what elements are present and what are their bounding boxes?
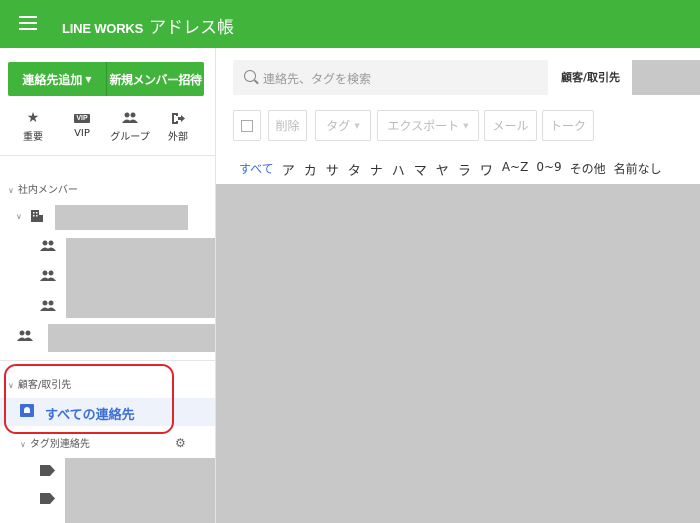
index-ya[interactable]: ヤ xyxy=(436,160,449,179)
group-icon xyxy=(40,270,56,282)
company-filter-label: 顧客/取引先 xyxy=(561,71,621,84)
quick-link-group[interactable]: グループ xyxy=(105,110,155,143)
select-all-checkbox[interactable] xyxy=(241,120,253,132)
mail-button[interactable]: メール xyxy=(484,110,537,141)
section-label: 社内メンバー xyxy=(17,185,78,196)
index-sa[interactable]: サ xyxy=(326,160,339,179)
tag-button[interactable]: タグ ▼ xyxy=(315,110,371,141)
index-no-name[interactable]: 名前なし xyxy=(614,160,662,179)
index-bar: すべて ア カ サ タ ナ ハ マ ヤ ラ ワ A~Z 0~9 その他 名前なし xyxy=(239,160,670,179)
menu-icon[interactable] xyxy=(19,16,37,30)
chevron-down-icon: ▼ xyxy=(85,74,92,84)
external-icon xyxy=(153,110,203,126)
index-ka[interactable]: カ xyxy=(304,160,317,179)
delete-label: 削除 xyxy=(275,119,300,133)
star-icon: ★ xyxy=(26,110,40,126)
search-icon xyxy=(244,70,256,82)
contact-list-redacted xyxy=(216,184,700,523)
tag-names-redacted xyxy=(65,458,215,523)
index-wa[interactable]: ワ xyxy=(480,160,493,179)
quick-link-label: 外部 xyxy=(168,132,188,143)
divider xyxy=(0,155,215,156)
sidebar-action-buttons: 連絡先追加 ▼ 新規メンバー招待 xyxy=(8,62,204,96)
index-other[interactable]: その他 xyxy=(570,160,606,179)
vip-icon: VIP xyxy=(57,110,107,126)
section-tag-contacts[interactable]: ∨ タグ別連絡先 xyxy=(20,435,90,450)
quick-link-important[interactable]: ★ 重要 xyxy=(8,110,58,143)
section-internal-members[interactable]: ∨ 社内メンバー xyxy=(8,181,78,196)
group-icon xyxy=(17,330,33,342)
index-a[interactable]: ア xyxy=(282,160,295,179)
export-label: エクスポート xyxy=(387,119,460,133)
brand-name: LINE WORKS xyxy=(62,21,144,36)
group-icon xyxy=(40,240,56,252)
export-button[interactable]: エクスポート ▼ xyxy=(377,110,479,141)
org-toggle[interactable]: ∨ xyxy=(16,211,26,222)
add-contact-label: 連絡先追加 xyxy=(22,72,83,87)
group-icon xyxy=(40,300,56,312)
mail-label: メール xyxy=(492,119,529,133)
talk-label: トーク xyxy=(549,119,586,133)
app-header: LINE WORKS アドレス帳 xyxy=(0,0,700,48)
gear-icon[interactable]: ⚙ xyxy=(175,436,186,450)
search-input[interactable]: 連絡先、タグを検索 xyxy=(263,70,371,87)
talk-button[interactable]: トーク xyxy=(542,110,594,141)
tag-icon xyxy=(40,493,55,504)
app-logo[interactable]: LINE WORKS アドレス帳 xyxy=(62,13,234,38)
tag-icon xyxy=(40,465,55,476)
highlight-annotation xyxy=(4,364,174,434)
quick-link-vip[interactable]: VIP VIP xyxy=(57,110,107,139)
group-icon xyxy=(105,110,155,126)
app-title: アドレス帳 xyxy=(149,18,235,38)
tag-label: タグ xyxy=(326,119,351,133)
search-box[interactable]: 連絡先、タグを検索 xyxy=(233,60,548,95)
quick-link-label: VIP xyxy=(74,128,90,139)
chevron-down-icon: ∨ xyxy=(8,186,14,195)
index-ma[interactable]: マ xyxy=(414,160,427,179)
chevron-down-icon: ▼ xyxy=(463,121,469,130)
index-all[interactable]: すべて xyxy=(239,160,274,179)
index-a-z[interactable]: A~Z xyxy=(502,160,528,179)
add-contact-button[interactable]: 連絡先追加 ▼ xyxy=(8,62,106,96)
building-icon xyxy=(30,209,44,223)
company-filter-redacted xyxy=(632,60,700,95)
group-name-redacted xyxy=(48,324,215,352)
index-ta[interactable]: タ xyxy=(348,160,361,179)
delete-button[interactable]: 削除 xyxy=(268,110,307,141)
quick-link-external[interactable]: 外部 xyxy=(153,110,203,143)
chevron-down-icon: ∨ xyxy=(16,212,22,221)
divider xyxy=(0,360,215,361)
index-0-9[interactable]: 0~9 xyxy=(536,160,561,179)
quick-link-label: グループ xyxy=(110,132,150,143)
vip-badge: VIP xyxy=(74,113,90,123)
section-label: タグ別連絡先 xyxy=(29,439,90,450)
index-ra[interactable]: ラ xyxy=(458,160,471,179)
index-na[interactable]: ナ xyxy=(370,160,383,179)
index-ha[interactable]: ハ xyxy=(392,160,405,179)
invite-member-label: 新規メンバー招待 xyxy=(109,72,202,87)
team-names-redacted xyxy=(66,238,215,318)
org-name-redacted xyxy=(55,205,188,230)
invite-member-button[interactable]: 新規メンバー招待 xyxy=(106,62,204,96)
quick-link-label: 重要 xyxy=(23,132,43,143)
chevron-down-icon: ▼ xyxy=(354,121,360,130)
chevron-down-icon: ∨ xyxy=(20,440,26,449)
